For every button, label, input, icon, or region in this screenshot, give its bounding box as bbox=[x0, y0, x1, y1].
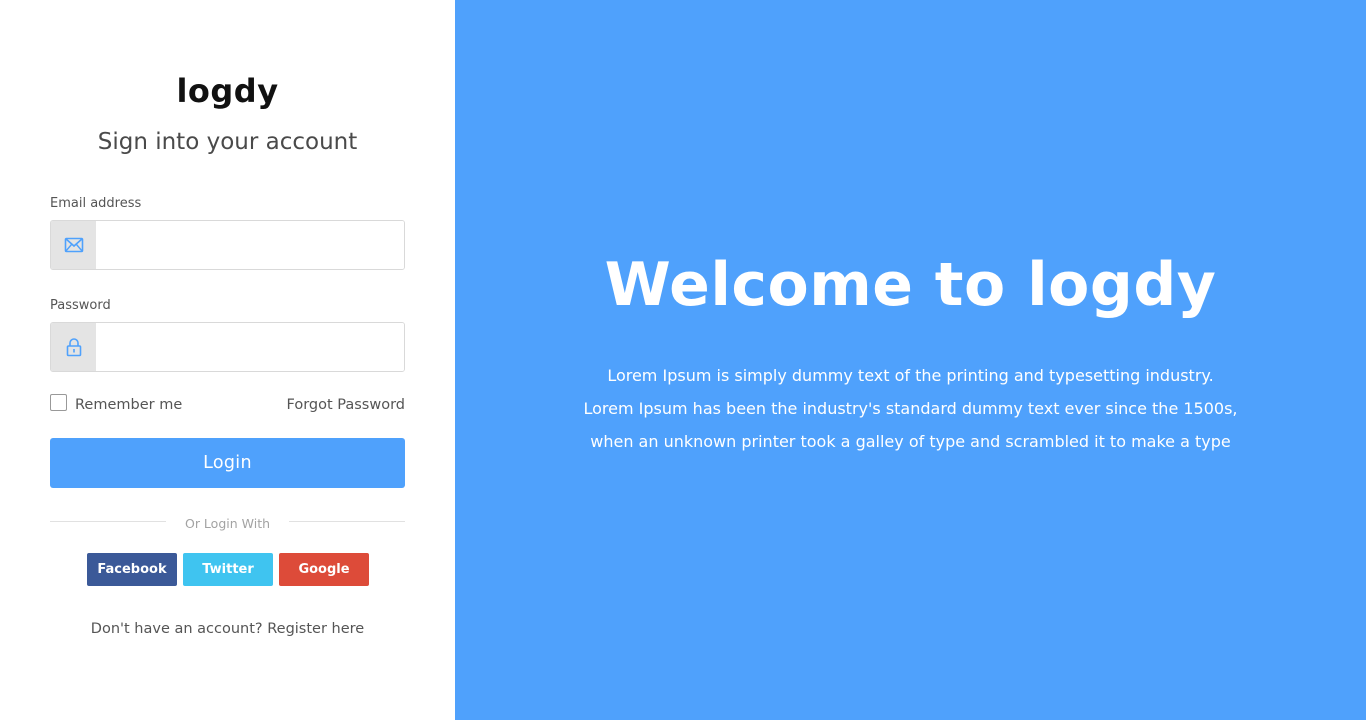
welcome-line-3: when an unknown printer took a galley of… bbox=[590, 432, 1231, 451]
welcome-line-1: Lorem Ipsum is simply dummy text of the … bbox=[607, 366, 1214, 385]
email-input-group bbox=[50, 220, 405, 270]
twitter-login-button[interactable]: Twitter bbox=[183, 553, 273, 586]
register-prompt-text: Don't have an account? bbox=[90, 621, 263, 637]
welcome-line-2: Lorem Ipsum has been the industry's stan… bbox=[583, 399, 1238, 418]
email-input[interactable] bbox=[96, 221, 404, 269]
welcome-panel: Welcome to logdy Lorem Ipsum is simply d… bbox=[455, 0, 1366, 720]
password-input[interactable] bbox=[96, 323, 404, 371]
login-panel: logdy Sign into your account Email addre… bbox=[0, 0, 455, 720]
facebook-login-button[interactable]: Facebook bbox=[87, 553, 177, 586]
remember-me: Remember me bbox=[50, 394, 182, 413]
divider-line-right bbox=[289, 521, 405, 522]
lock-icon bbox=[51, 323, 96, 371]
remember-checkbox[interactable] bbox=[50, 394, 67, 411]
brand-logo: logdy bbox=[176, 72, 279, 110]
remember-row: Remember me Forgot Password bbox=[50, 394, 405, 416]
envelope-icon bbox=[51, 221, 96, 269]
password-label: Password bbox=[50, 298, 111, 313]
email-label: Email address bbox=[50, 196, 142, 211]
divider-text: Or Login With bbox=[184, 516, 271, 531]
signin-title: Sign into your account bbox=[97, 129, 358, 155]
welcome-description: Lorem Ipsum is simply dummy text of the … bbox=[455, 359, 1366, 458]
password-input-group bbox=[50, 322, 405, 372]
remember-label[interactable]: Remember me bbox=[75, 397, 182, 413]
google-login-button[interactable]: Google bbox=[279, 553, 369, 586]
welcome-heading: Welcome to logdy bbox=[604, 250, 1217, 320]
login-button[interactable]: Login bbox=[50, 438, 405, 488]
forgot-password-link[interactable]: Forgot Password bbox=[287, 397, 406, 413]
register-prompt: Don't have an account? Register here bbox=[0, 621, 455, 637]
register-link[interactable]: Register here bbox=[267, 621, 364, 637]
